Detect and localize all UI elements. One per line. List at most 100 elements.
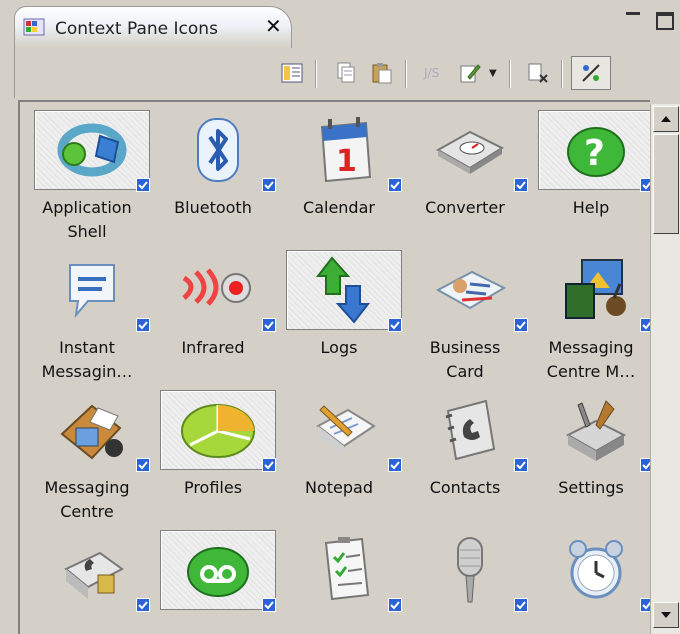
dropdown-arrow-icon[interactable]: ▼ [489,68,497,79]
help-icon[interactable]: ? [538,110,650,190]
item-label: Profiles [183,478,243,497]
grid-item[interactable] [528,522,650,634]
minimize-icon[interactable] [626,10,640,20]
checkbox-icon[interactable] [136,178,150,192]
grid-item[interactable]: Infrared [150,242,276,382]
task-list-icon[interactable] [286,530,402,610]
item-label: Calendar [303,198,375,217]
svg-text:J/S: J/S [423,66,439,80]
svg-text:1: 1 [336,144,357,179]
checkbox-icon[interactable] [388,178,402,192]
vertical-scrollbar[interactable] [650,104,680,634]
voicemail-icon[interactable] [160,530,276,610]
bluetooth-icon[interactable] [160,110,276,190]
profiles-icon[interactable] [160,390,276,470]
checkbox-icon[interactable] [262,318,276,332]
checkbox-icon[interactable] [640,598,650,612]
messaging-centre-mail-icon[interactable] [538,250,650,330]
tab-bar: Context Pane Icons ✕ [0,0,680,48]
grid-item[interactable] [402,522,528,634]
grid-item[interactable]: 1 Calendar [276,102,402,242]
checkbox-icon[interactable] [136,458,150,472]
grid-item[interactable]: ? Help [528,102,650,242]
grid-item[interactable] [24,522,150,634]
item-label: Infrared [181,338,245,357]
checkbox-icon[interactable] [262,458,276,472]
item-label: Logs [320,338,358,357]
checkbox-icon[interactable] [388,458,402,472]
close-icon[interactable]: ✕ [265,15,282,37]
paste-icon[interactable] [367,58,397,88]
remove-icon[interactable] [523,58,553,88]
item-label: Converter [425,198,505,217]
checkbox-icon[interactable] [262,598,276,612]
grid-item[interactable] [150,522,276,634]
item-label: Messaging Centre M… [546,338,636,381]
icon-grid-pane: Application Shell Bluetooth 1 Calendar Conver… [18,100,650,634]
tab-title: Context Pane Icons [55,19,218,39]
business-card-icon[interactable] [412,250,528,330]
checkbox-icon[interactable] [262,178,276,192]
toolbar-separator [315,60,317,88]
checkbox-icon[interactable] [136,318,150,332]
notepad-icon[interactable] [286,390,402,470]
item-label: Contacts [429,478,501,497]
item-label: Help [572,198,610,217]
instant-messaging-icon[interactable] [34,250,150,330]
grid-item[interactable]: Settings [528,382,650,522]
scrollbar-thumb[interactable] [653,134,679,234]
toolbar: J/S ▼ [14,48,680,98]
converter-icon[interactable] [412,110,528,190]
copy-icon[interactable] [331,58,361,88]
grid-item[interactable]: Contacts [402,382,528,522]
checkbox-icon[interactable] [514,458,528,472]
layout-icon[interactable] [277,58,307,88]
grid-item[interactable]: Converter [402,102,528,242]
grid-item[interactable]: Messaging Centre M… [528,242,650,382]
grid-item[interactable]: Bluetooth [150,102,276,242]
checkbox-icon[interactable] [388,598,402,612]
checkbox-icon[interactable] [388,318,402,332]
sim-contacts-icon[interactable] [34,530,150,610]
checkbox-icon[interactable] [640,178,650,192]
toggle-icon[interactable] [571,56,611,90]
microphone-icon[interactable] [412,530,528,610]
checkbox-icon[interactable] [640,458,650,472]
grid-item[interactable]: Notepad [276,382,402,522]
toolbar-separator [561,60,563,88]
infrared-icon[interactable] [160,250,276,330]
calendar-icon[interactable]: 1 [286,110,402,190]
context-pane-view: Context Pane Icons ✕ J/S ▼ Application S… [0,0,680,634]
scroll-up-arrow-icon[interactable] [653,106,679,132]
grid-item[interactable]: Business Card [402,242,528,382]
edit-icon[interactable] [455,58,485,88]
checkbox-icon[interactable] [136,598,150,612]
checkbox-icon[interactable] [514,318,528,332]
toolbar-separator [509,60,511,88]
application-shell-icon[interactable] [34,110,150,190]
settings-icon[interactable] [538,390,650,470]
grid-item[interactable] [276,522,402,634]
svg-text:?: ? [584,133,605,174]
toolbar-separator [405,60,407,88]
grid-item[interactable]: Profiles [150,382,276,522]
grid-item[interactable]: Logs [276,242,402,382]
maximize-icon[interactable] [656,12,674,30]
item-label: Bluetooth [174,198,252,217]
grid-item[interactable]: Application Shell [24,102,150,242]
checkbox-icon[interactable] [640,318,650,332]
contacts-icon[interactable] [412,390,528,470]
logs-icon[interactable] [286,250,402,330]
grid-item[interactable]: Instant Messagin… [24,242,150,382]
checkbox-icon[interactable] [514,598,528,612]
item-label: Instant Messagin… [41,338,133,381]
alarm-clock-icon[interactable] [538,530,650,610]
script-icon[interactable]: J/S [419,58,449,88]
messaging-centre-icon[interactable] [34,390,150,470]
scroll-down-arrow-icon[interactable] [653,602,679,628]
item-label: Application Shell [42,198,132,241]
grid-item[interactable]: Messaging Centre [24,382,150,522]
item-label: Notepad [305,478,373,497]
checkbox-icon[interactable] [514,178,528,192]
tab-context-pane-icons[interactable]: Context Pane Icons ✕ [14,6,292,48]
